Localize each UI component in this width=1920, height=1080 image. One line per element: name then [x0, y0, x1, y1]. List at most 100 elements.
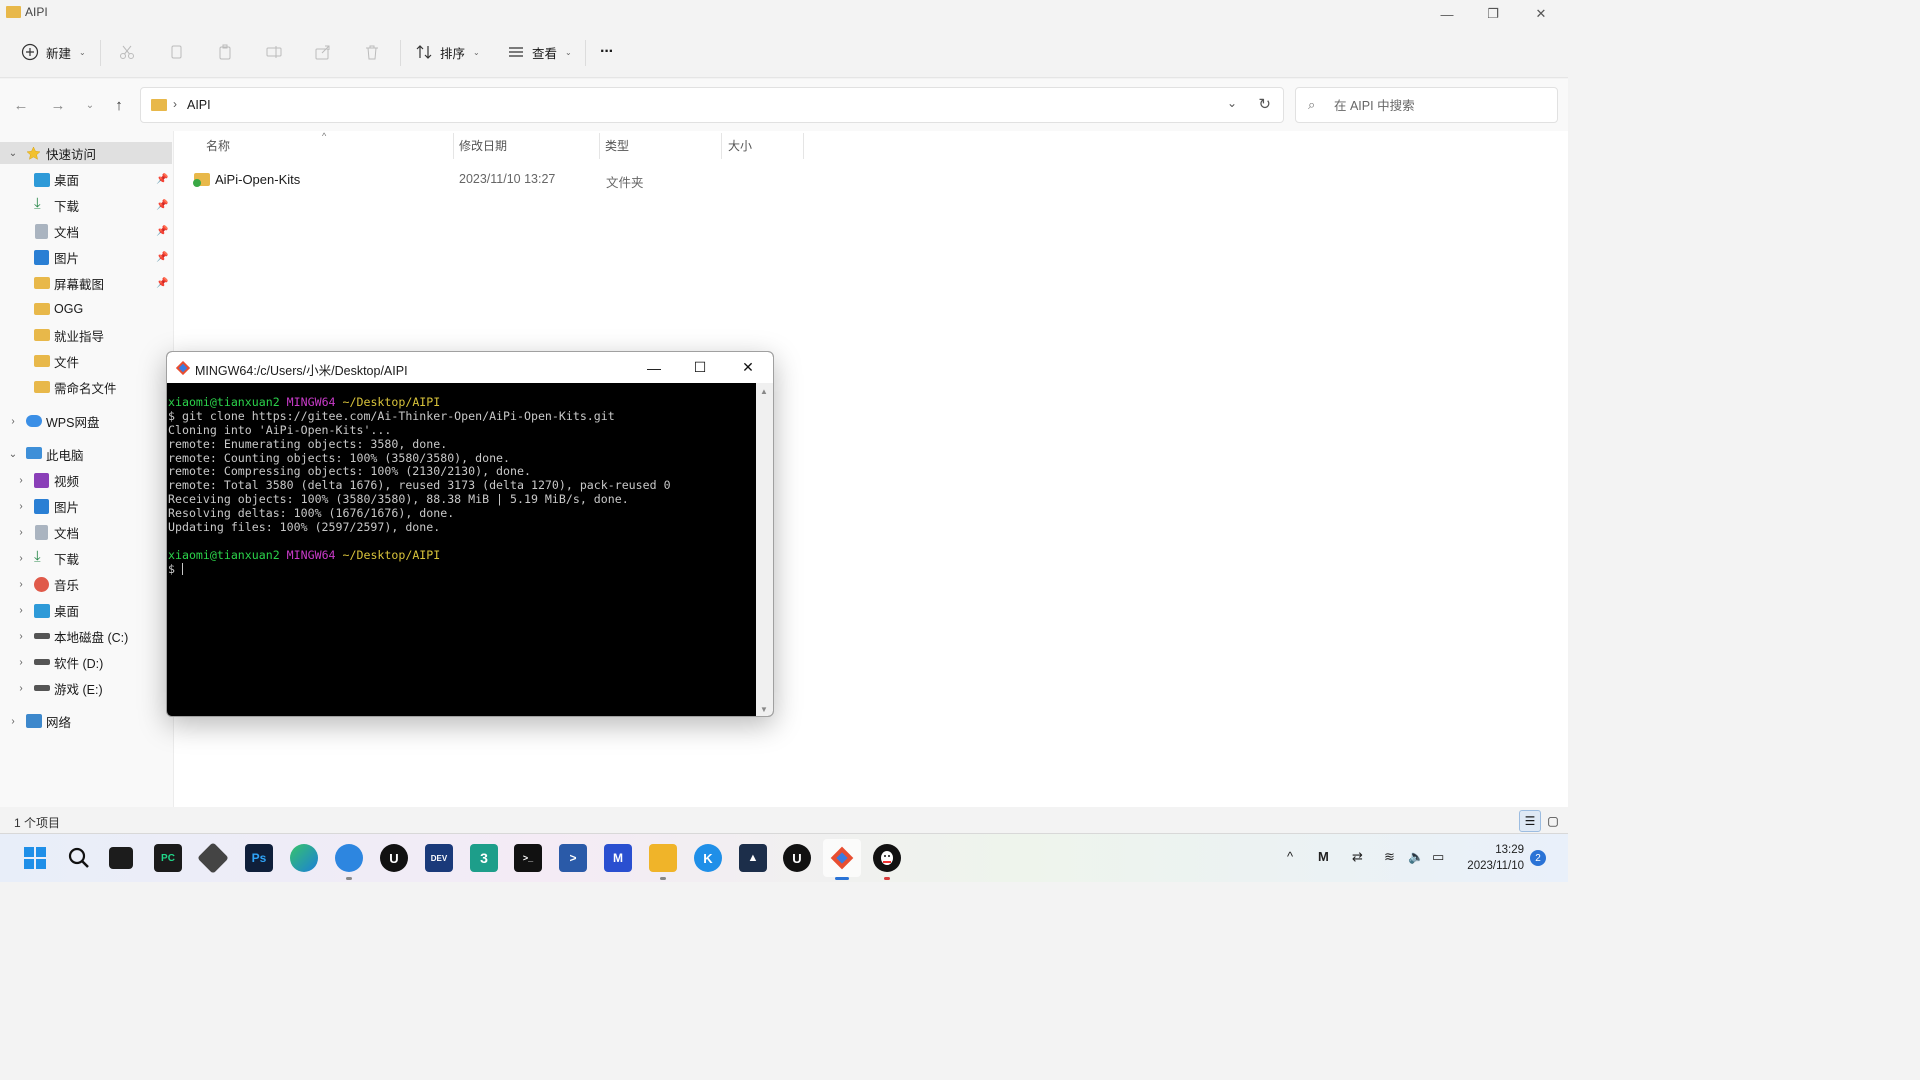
cut-button[interactable] [117, 38, 137, 66]
view-button[interactable]: 查看 ⌄ [506, 38, 572, 66]
minimize-button[interactable]: — [1424, 0, 1470, 28]
back-button[interactable]: ← [9, 93, 33, 117]
chevron-right-icon[interactable]: › [15, 657, 27, 668]
table-row[interactable]: AiPi-Open-Kits 2023/11/10 13:27 文件夹 [190, 169, 810, 191]
search-button[interactable] [65, 844, 93, 872]
more-options-button[interactable]: ··· [600, 38, 614, 66]
column-divider[interactable] [721, 133, 722, 159]
details-view-button[interactable]: ☰ [1519, 810, 1541, 832]
chevron-right-icon[interactable]: › [7, 416, 19, 427]
sort-button[interactable]: 排序 ⌄ [414, 38, 480, 66]
scroll-down-icon[interactable]: ▼ [760, 705, 768, 714]
sidebar-item-drive-d[interactable]: › 软件 (D:) [0, 651, 172, 673]
copy-button[interactable] [166, 38, 186, 66]
sidebar-item-to-rename[interactable]: 需命名文件 [0, 376, 172, 398]
rename-button[interactable] [264, 38, 284, 66]
file-explorer-icon[interactable] [649, 844, 677, 872]
battery-icon[interactable]: ▭ [1432, 849, 1444, 865]
tray-overflow-icon[interactable]: ^ [1287, 849, 1293, 864]
git-bash-icon[interactable] [823, 839, 861, 877]
column-divider[interactable] [599, 133, 600, 159]
chevron-right-icon[interactable]: › [15, 605, 27, 616]
photoshop-icon[interactable]: Ps [245, 844, 273, 872]
column-divider[interactable] [803, 133, 804, 159]
task-view-icon[interactable] [109, 847, 133, 869]
devcpp-icon[interactable]: DEV [425, 844, 453, 872]
clock[interactable]: 13:29 2023/11/10 [1467, 842, 1524, 874]
column-header-date[interactable]: 修改日期 [459, 137, 507, 154]
refresh-icon[interactable]: ↻ [1258, 95, 1271, 113]
chevron-right-icon[interactable]: › [15, 683, 27, 694]
3dmax-icon[interactable]: 3 [470, 844, 498, 872]
sidebar-item-career[interactable]: 就业指导 [0, 324, 172, 346]
sidebar-item-network[interactable]: › 网络 [0, 710, 172, 732]
restore-button[interactable]: ❐ [1470, 0, 1516, 28]
kugou-icon[interactable]: K [694, 844, 722, 872]
share-button[interactable] [313, 38, 333, 66]
sidebar-item-screenshots[interactable]: 屏幕截图 📌 [0, 272, 172, 294]
address-dropdown-icon[interactable]: ⌄ [1227, 96, 1237, 110]
qq-icon[interactable] [873, 844, 901, 872]
sidebar-item-drive-e[interactable]: › 游戏 (E:) [0, 677, 172, 699]
terminal-minimize-button[interactable]: — [631, 352, 677, 383]
sidebar-item-ogg[interactable]: OGG [0, 298, 172, 320]
column-header-name[interactable]: 名称 [206, 137, 230, 154]
powershell-icon[interactable]: > [559, 844, 587, 872]
sidebar-item-quick-access[interactable]: ⌄ 快速访问 [0, 142, 172, 164]
column-header-type[interactable]: 类型 [605, 137, 629, 154]
chevron-down-icon[interactable]: ⌄ [7, 148, 19, 159]
new-button[interactable]: 新建 ⌄ [20, 38, 86, 66]
forward-button[interactable]: → [46, 93, 70, 117]
delete-button[interactable] [362, 38, 382, 66]
cmd-icon[interactable]: >_ [514, 844, 542, 872]
sidebar-item-desktop[interactable]: 桌面 📌 [0, 168, 172, 190]
chevron-right-icon[interactable]: › [15, 527, 27, 538]
chevron-right-icon[interactable]: › [15, 475, 27, 486]
terminal-title-bar[interactable]: MINGW64:/c/Users/小米/Desktop/AIPI — ☐ ✕ [167, 352, 773, 383]
address-bar[interactable]: › AIPI ⌄ ↻ [140, 87, 1284, 123]
tiles-view-button[interactable]: ▢ [1542, 810, 1564, 832]
unreal2-icon[interactable]: U [783, 844, 811, 872]
sidebar-item-files[interactable]: 文件 [0, 350, 172, 372]
vs-icon[interactable]: M [604, 844, 632, 872]
recent-locations-button[interactable]: ⌄ [78, 93, 102, 117]
search-input[interactable] [1334, 96, 1544, 116]
terminal-window[interactable]: MINGW64:/c/Users/小米/Desktop/AIPI — ☐ ✕ x… [166, 351, 774, 717]
wifi-icon[interactable]: ≋ [1384, 849, 1395, 865]
chevron-right-icon[interactable]: › [15, 631, 27, 642]
cat-icon[interactable]: ▲ [739, 844, 767, 872]
close-button[interactable]: ✕ [1518, 0, 1564, 28]
transfer-icon[interactable]: ⇄ [1352, 849, 1363, 865]
chevron-right-icon[interactable]: › [15, 501, 27, 512]
volume-icon[interactable]: 🔈 [1408, 849, 1424, 865]
terminal-maximize-button[interactable]: ☐ [677, 352, 723, 383]
terminal-output[interactable]: xiaomi@tianxuan2 MINGW64 ~/Desktop/AIPI $… [168, 383, 756, 716]
input-line[interactable]: $ [168, 562, 756, 577]
sidebar-item-pc-desktop[interactable]: › 桌面 [0, 599, 172, 621]
sidebar-item-documents[interactable]: 文档 📌 [0, 220, 172, 242]
sidebar-item-pc-downloads[interactable]: › ⤓ 下载 [0, 547, 172, 569]
sidebar-item-pictures[interactable]: 图片 📌 [0, 246, 172, 268]
column-divider[interactable] [453, 133, 454, 159]
terminal-scrollbar[interactable]: ▲ ▼ [756, 383, 773, 716]
search-box[interactable]: ⌕ [1295, 87, 1558, 123]
input-method-icon[interactable]: M [1318, 849, 1329, 864]
up-button[interactable]: ↑ [107, 93, 131, 117]
sidebar-item-this-pc[interactable]: ⌄ 此电脑 [0, 443, 172, 465]
scroll-up-icon[interactable]: ▲ [760, 387, 768, 396]
column-header-size[interactable]: 大小 [728, 137, 752, 154]
start-button[interactable] [21, 844, 49, 872]
chevron-right-icon[interactable]: › [7, 716, 19, 727]
sidebar-item-music[interactable]: › 音乐 [0, 573, 172, 595]
sidebar-item-drive-c[interactable]: › 本地磁盘 (C:) [0, 625, 172, 647]
sidebar-item-pc-pictures[interactable]: › 图片 [0, 495, 172, 517]
breadcrumb-current[interactable]: AIPI [187, 98, 211, 112]
sidebar-item-wps[interactable]: › WPS网盘 [0, 410, 172, 432]
sidebar-item-pc-documents[interactable]: › 文档 [0, 521, 172, 543]
sidebar-item-videos[interactable]: › 视频 [0, 469, 172, 491]
browser-icon[interactable] [335, 844, 363, 872]
pycharm-icon[interactable]: PC [154, 844, 182, 872]
unreal-icon[interactable]: U [380, 844, 408, 872]
chevron-right-icon[interactable]: › [15, 579, 27, 590]
edge-icon[interactable] [290, 844, 318, 872]
